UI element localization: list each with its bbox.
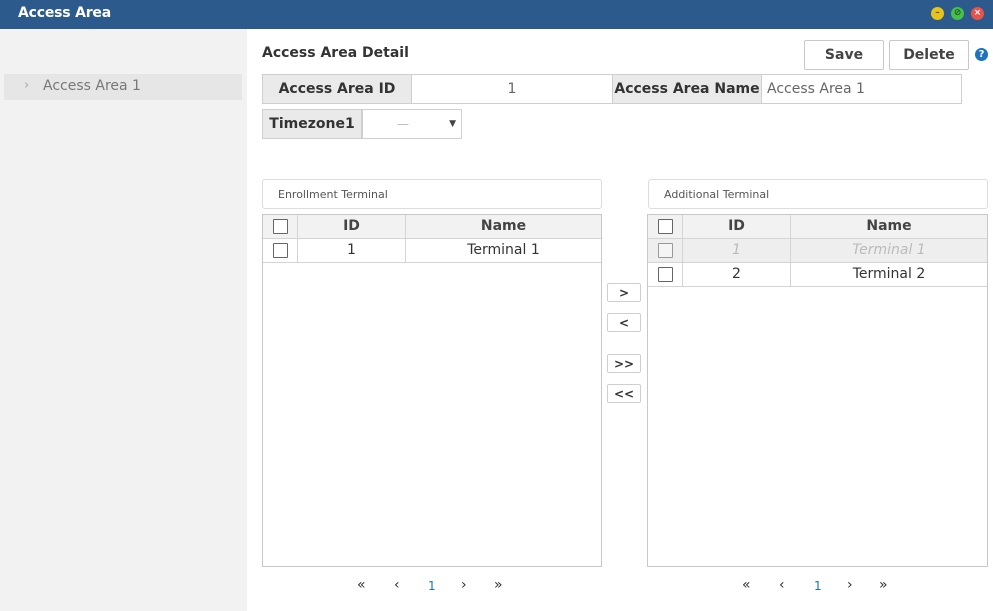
- page-number[interactable]: 1: [428, 579, 436, 593]
- move-right-button[interactable]: >: [607, 283, 641, 302]
- additional-terminal-grid: ID Name 1 Terminal 1 2 Terminal 2: [647, 214, 988, 567]
- chevron-right-icon: ›: [24, 78, 30, 93]
- timezone-select[interactable]: — ▼: [362, 109, 462, 139]
- row-checkbox[interactable]: [273, 243, 288, 258]
- close-icon[interactable]: ×: [971, 7, 984, 20]
- enrollment-terminal-header: Enrollment Terminal: [262, 179, 602, 209]
- last-page-icon[interactable]: »: [494, 577, 503, 593]
- help-icon[interactable]: ?: [975, 48, 988, 61]
- row-name: Terminal 1: [852, 242, 926, 258]
- row-id: 1: [298, 239, 406, 262]
- access-area-name-field[interactable]: Access Area 1: [761, 74, 962, 104]
- title-bar: Access Area – ⊘ ×: [0, 0, 993, 29]
- row-name: Terminal 2: [852, 266, 926, 282]
- first-page-icon[interactable]: «: [742, 577, 751, 593]
- sidebar-item-access-area-1[interactable]: › Access Area 1: [4, 74, 242, 100]
- additional-terminal-header: Additional Terminal: [648, 179, 988, 209]
- caret-down-icon: ▼: [449, 119, 456, 129]
- section-title: Access Area Detail: [262, 45, 409, 61]
- move-all-left-button[interactable]: <<: [607, 384, 641, 403]
- table-row[interactable]: 2 Terminal 2: [648, 263, 987, 287]
- access-area-id-label: Access Area ID: [262, 74, 412, 104]
- save-button[interactable]: Save: [804, 40, 884, 70]
- next-page-icon[interactable]: ›: [847, 577, 853, 593]
- delete-button[interactable]: Delete: [889, 40, 969, 70]
- table-row-disabled: 1 Terminal 1: [648, 239, 987, 263]
- sidebar: › Access Area 1: [0, 29, 247, 611]
- additional-pager: « ‹ 1 › »: [742, 577, 902, 597]
- last-page-icon[interactable]: »: [879, 577, 888, 593]
- row-checkbox: [658, 243, 673, 258]
- table-row[interactable]: 1 Terminal 1: [263, 239, 601, 263]
- enrollment-pager: « ‹ 1 › »: [357, 577, 517, 597]
- row-checkbox[interactable]: [658, 267, 673, 282]
- prev-page-icon[interactable]: ‹: [779, 577, 785, 593]
- table-header: ID Name: [648, 215, 987, 239]
- select-all-checkbox[interactable]: [273, 219, 288, 234]
- first-page-icon[interactable]: «: [357, 577, 366, 593]
- table-header: ID Name: [263, 215, 601, 239]
- prev-page-icon[interactable]: ‹: [394, 577, 400, 593]
- column-header-name[interactable]: Name: [791, 215, 987, 238]
- maximize-icon[interactable]: ⊘: [951, 7, 964, 20]
- row-name: Terminal 1: [467, 242, 540, 258]
- next-page-icon[interactable]: ›: [461, 577, 467, 593]
- row-id: 2: [683, 263, 791, 286]
- window-title: Access Area: [18, 5, 111, 21]
- column-header-name[interactable]: Name: [406, 215, 601, 238]
- access-area-name-label: Access Area Name: [612, 74, 762, 104]
- move-left-button[interactable]: <: [607, 313, 641, 332]
- column-header-id[interactable]: ID: [298, 215, 406, 238]
- access-area-id-value: 1: [411, 74, 613, 104]
- select-all-checkbox[interactable]: [658, 219, 673, 234]
- page-number[interactable]: 1: [814, 579, 822, 593]
- minimize-icon[interactable]: –: [931, 7, 944, 20]
- row-id: 1: [683, 239, 791, 262]
- sidebar-item-label: Access Area 1: [43, 78, 141, 94]
- move-all-right-button[interactable]: >>: [607, 354, 641, 373]
- timezone-value: —: [397, 117, 409, 131]
- timezone-label: Timezone1: [262, 109, 362, 139]
- column-header-id[interactable]: ID: [683, 215, 791, 238]
- enrollment-terminal-grid: ID Name 1 Terminal 1: [262, 214, 602, 567]
